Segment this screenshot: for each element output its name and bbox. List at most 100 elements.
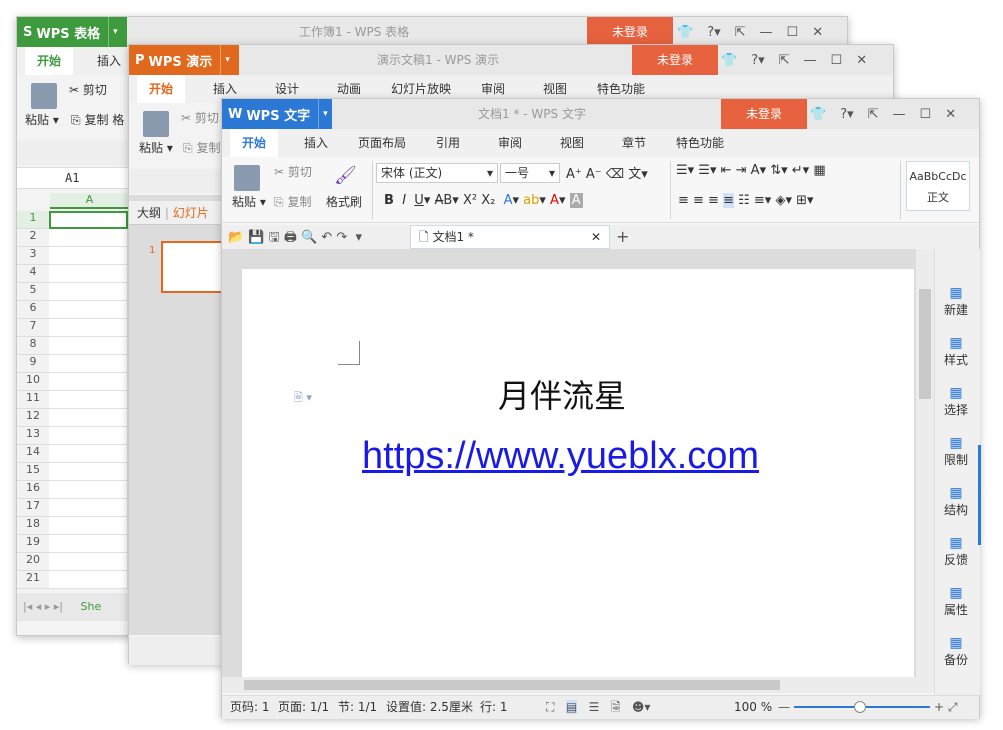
table-cell[interactable] — [49, 427, 128, 445]
help-icon[interactable]: ?▾ — [707, 25, 720, 40]
table-cell[interactable] — [49, 301, 128, 319]
paste-button[interactable]: 粘贴 ▾ — [25, 111, 59, 128]
zoom-out-icon[interactable]: — — [778, 696, 790, 718]
name-box[interactable]: A1 — [17, 167, 129, 189]
chevron-down-icon[interactable]: ▾ — [220, 45, 234, 75]
presentation-login-button[interactable]: 未登录 — [632, 45, 718, 75]
table-cell[interactable] — [49, 517, 128, 535]
task-pane-item[interactable]: ▦ 新建 — [936, 285, 976, 318]
cut-button[interactable]: ✂ 剪切 — [274, 163, 312, 180]
tab-page-layout[interactable]: 页面布局 — [358, 129, 406, 157]
document-hyperlink[interactable]: https://www.yueblx.com — [362, 435, 759, 478]
row-number[interactable]: 14 — [17, 445, 49, 463]
task-pane-item[interactable]: ▦ 反馈 — [936, 535, 976, 568]
row-number[interactable]: 8 — [17, 337, 49, 355]
row-number[interactable]: 21 — [17, 571, 49, 589]
minimize-icon[interactable]: — — [893, 107, 906, 122]
tab-home[interactable]: 开始 — [137, 75, 186, 103]
shirt-icon[interactable]: 👕 — [810, 107, 826, 122]
table-cell[interactable] — [49, 409, 128, 427]
maximize-icon[interactable]: ☐ — [920, 107, 932, 122]
row-number[interactable]: 10 — [17, 373, 49, 391]
row-number[interactable]: 12 — [17, 409, 49, 427]
table-cell[interactable] — [49, 283, 128, 301]
shirt-icon[interactable]: 👕 — [721, 53, 737, 68]
table-cell[interactable] — [49, 571, 128, 589]
pin-icon[interactable]: ⇱ — [868, 107, 879, 122]
tab-outline[interactable]: 大纲 — [137, 206, 161, 220]
brush-icon[interactable]: 🖌 — [334, 165, 357, 186]
tab-references[interactable]: 引用 — [436, 129, 460, 157]
task-pane-item[interactable]: ▦ 选择 — [936, 385, 976, 418]
task-pane-item[interactable]: ▦ 限制 — [936, 435, 976, 468]
scrollbar-thumb[interactable] — [919, 289, 931, 399]
table-cell[interactable] — [49, 229, 128, 247]
close-icon[interactable]: ✕ — [856, 53, 867, 68]
font-name-select[interactable]: 宋体 (正文) ▾ — [376, 163, 498, 183]
help-icon[interactable]: ?▾ — [751, 53, 764, 68]
paste-button[interactable]: 粘贴 ▾ — [139, 139, 173, 156]
close-icon[interactable]: ✕ — [812, 25, 823, 40]
table-cell[interactable] — [49, 247, 128, 265]
table-cell[interactable] — [49, 211, 128, 229]
tab-insert[interactable]: 插入 — [97, 47, 121, 75]
cut-button[interactable]: ✂ 剪切 — [181, 109, 219, 126]
column-header-a[interactable]: A — [50, 193, 129, 209]
table-cell[interactable] — [49, 355, 128, 373]
style-gallery[interactable]: AaBbCcDc 正文 — [906, 161, 970, 211]
row-number[interactable]: 7 — [17, 319, 49, 337]
row-number[interactable]: 19 — [17, 535, 49, 553]
new-tab-icon[interactable]: + — [616, 227, 629, 246]
sheet-tab[interactable]: She — [80, 600, 101, 613]
table-cell[interactable] — [49, 499, 128, 517]
row-number[interactable]: 11 — [17, 391, 49, 409]
copy-button[interactable]: ⎘ 复制 格 — [71, 111, 124, 128]
row-number[interactable]: 1 — [17, 211, 49, 229]
tab-section[interactable]: 章节 — [622, 129, 646, 157]
table-cell[interactable] — [49, 319, 128, 337]
tab-special[interactable]: 特色功能 — [676, 129, 724, 157]
task-pane-item[interactable]: ▦ 样式 — [936, 335, 976, 368]
paragraph-align-buttons[interactable]: ≡ ≡ ≡ ≡ ☷ ≡▾ ◈▾ ⊞▾ — [678, 193, 814, 208]
table-cell[interactable] — [49, 553, 128, 571]
table-cell[interactable] — [49, 337, 128, 355]
tab-view[interactable]: 视图 — [560, 129, 584, 157]
row-number[interactable]: 18 — [17, 517, 49, 535]
tab-slides[interactable]: 幻灯片 — [173, 206, 209, 220]
maximize-icon[interactable]: ☐ — [831, 53, 843, 68]
pin-icon[interactable]: ⇱ — [735, 25, 746, 40]
row-number[interactable]: 4 — [17, 265, 49, 283]
font-size-select[interactable]: 一号 ▾ — [500, 163, 560, 183]
chevron-down-icon[interactable]: ▾ — [318, 99, 332, 129]
chevron-down-icon[interactable]: ▾ — [108, 17, 122, 47]
pin-icon[interactable]: ⇱ — [779, 53, 790, 68]
quick-access-icons[interactable]: 📂 💾 🖫 🖨 🔍 ↶ ↷ ▾ — [228, 228, 362, 250]
row-number[interactable]: 17 — [17, 499, 49, 517]
presentation-app-menu[interactable]: P WPS 演示 ▾ — [129, 45, 239, 75]
paste-icon[interactable] — [31, 83, 57, 109]
row-number[interactable]: 15 — [17, 463, 49, 481]
paste-button[interactable]: 粘贴 ▾ — [232, 193, 266, 210]
font-grow-shrink-buttons[interactable]: A⁺ A⁻ ⌫ 文▾ — [566, 163, 648, 182]
task-pane-item[interactable]: ▦ 备份 — [936, 635, 976, 668]
table-cell[interactable] — [49, 391, 128, 409]
table-cell[interactable] — [49, 463, 128, 481]
paragraph-list-buttons[interactable]: ☰▾ ☰▾ ⇤ ⇥ A▾ ⇅▾ ↵▾ ▦ — [676, 163, 826, 178]
font-style-buttons[interactable]: B I U▾ A̶B▾ X² X₂ A▾ ab▾ A▾ A — [384, 193, 583, 208]
row-number[interactable]: 5 — [17, 283, 49, 301]
tab-home[interactable]: 开始 — [230, 129, 279, 157]
copy-button[interactable]: ⎘ 复制 — [274, 193, 311, 210]
table-cell[interactable] — [49, 265, 128, 283]
help-icon[interactable]: ?▾ — [840, 107, 853, 122]
tab-review[interactable]: 审阅 — [498, 129, 522, 157]
row-number[interactable]: 2 — [17, 229, 49, 247]
row-number[interactable]: 20 — [17, 553, 49, 571]
copy-button[interactable]: ⎘ 复制 — [183, 139, 220, 156]
table-cell[interactable] — [49, 535, 128, 553]
zoom-slider-handle[interactable] — [854, 701, 866, 713]
spreadsheet-app-menu[interactable]: S WPS 表格 ▾ — [17, 17, 127, 47]
table-cell[interactable] — [49, 373, 128, 391]
table-cell[interactable] — [49, 445, 128, 463]
maximize-icon[interactable]: ☐ — [787, 25, 799, 40]
paste-icon[interactable] — [143, 111, 169, 137]
